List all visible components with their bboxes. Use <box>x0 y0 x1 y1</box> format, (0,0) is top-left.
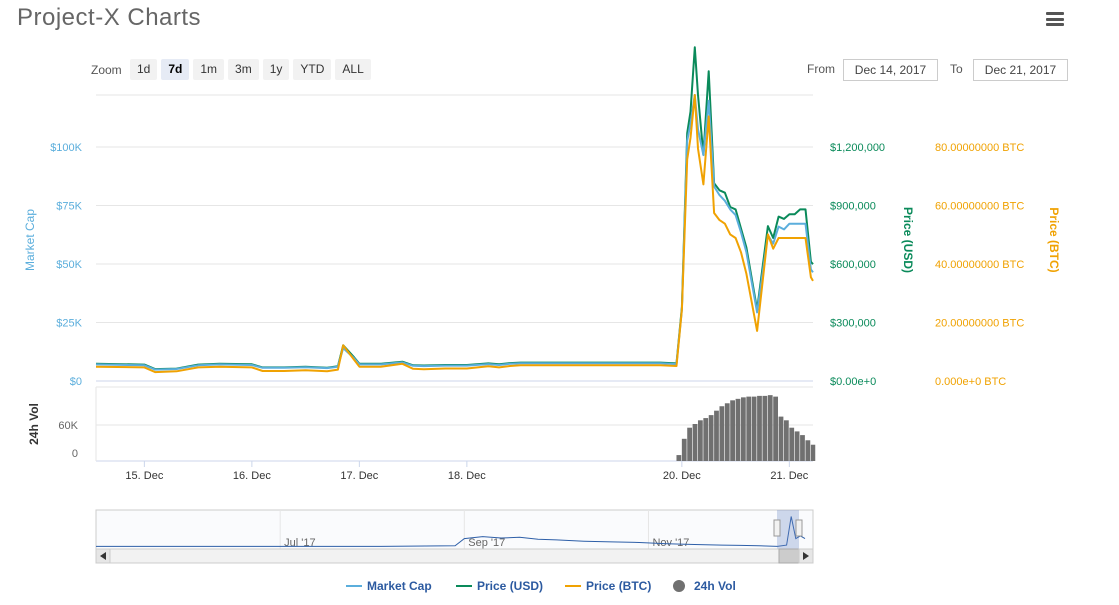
volume-bar <box>751 396 757 461</box>
series-line-0 <box>95 94 814 371</box>
legend-item-label: Market Cap <box>367 579 432 593</box>
volume-bar <box>805 440 811 461</box>
volume-bar <box>676 455 682 461</box>
price-btc-tick-label: 80.00000000 BTC <box>935 142 1024 154</box>
navigator-tick-label: Jul '17 <box>284 537 315 549</box>
volume-bar <box>740 397 746 461</box>
volume-bar <box>708 415 714 461</box>
x-tick-label: 20. Dec <box>663 470 701 482</box>
market-cap-tick-label: $100K <box>50 142 82 154</box>
market-cap-axis-title: Market Cap <box>23 209 37 271</box>
navigator-tick-label: Sep '17 <box>468 537 505 549</box>
volume-bar <box>767 395 773 461</box>
navigator-frame <box>95 509 814 550</box>
volume-bar <box>746 396 752 461</box>
volume-bar <box>719 406 725 461</box>
price-usd-tick-label: $900,000 <box>830 201 876 213</box>
price-btc-tick-label: 0.000e+0 BTC <box>935 376 1006 388</box>
market-cap-tick-label: $0 <box>70 376 82 388</box>
scrollbar-thumb <box>778 548 800 564</box>
legend-item-label: Price (BTC) <box>586 579 651 593</box>
volume-bar <box>773 396 779 461</box>
market-cap-tick-label: $75K <box>56 201 82 213</box>
axis-labels: $0 $25K $50K $75K $100K $0.00e+0 $300,000 $600,… <box>23 142 1061 460</box>
legend: Market Cap Price (USD) Price (BTC) 24h Vol <box>346 579 736 593</box>
x-axis: 15. Dec 16. Dec 17. Dec 18. Dec 20. Dec 21. D… <box>125 461 809 482</box>
volume-axis-title: 24h Vol <box>27 403 41 445</box>
volume-bar <box>687 427 693 461</box>
volume-bar <box>730 400 736 461</box>
volume-bar <box>800 435 805 461</box>
price-usd-axis-title: Price (USD) <box>901 207 915 273</box>
volume-bar <box>762 395 768 461</box>
x-tick-label: 17. Dec <box>340 470 378 482</box>
volume-bar <box>735 398 741 461</box>
price-usd-tick-label: $1,200,000 <box>830 142 885 154</box>
x-tick-label: 16. Dec <box>233 470 271 482</box>
volume-bar <box>810 444 816 461</box>
volume-bar <box>681 438 687 461</box>
volume-bar <box>778 416 784 461</box>
volume-bars <box>676 395 816 461</box>
price-btc-tick-label: 40.00000000 BTC <box>935 259 1024 271</box>
scrollbar-track <box>95 548 814 564</box>
volume-bar <box>794 431 800 461</box>
price-usd-tick-label: $300,000 <box>830 318 876 330</box>
legend-dot-swatch <box>673 580 685 592</box>
volume-bar <box>697 420 703 461</box>
x-tick-label: 18. Dec <box>448 470 486 482</box>
navigator-handle-left <box>773 519 781 537</box>
volume-tick-label: 60K <box>58 420 78 432</box>
volume-bar <box>783 420 789 461</box>
navigator[interactable]: Jul '17 Sep '17 Nov '17 <box>95 509 814 564</box>
volume-bar <box>714 410 719 461</box>
price-btc-tick-label: 20.00000000 BTC <box>935 318 1024 330</box>
navigator-handle-right <box>795 519 803 537</box>
volume-bar <box>789 427 795 461</box>
market-cap-tick-label: $50K <box>56 259 82 271</box>
x-tick-label: 21. Dec <box>770 470 808 482</box>
market-cap-tick-label: $25K <box>56 318 82 330</box>
volume-bar <box>724 403 730 461</box>
volume-tick-label: 0 <box>72 448 78 460</box>
volume-bar <box>692 424 698 461</box>
volume-bar <box>703 418 709 461</box>
price-btc-tick-label: 60.00000000 BTC <box>935 201 1024 213</box>
legend-item-label: Price (USD) <box>477 579 543 593</box>
series-lines <box>95 46 814 374</box>
price-usd-tick-label: $600,000 <box>830 259 876 271</box>
price-usd-tick-label: $0.00e+0 <box>830 376 876 388</box>
price-chart: $0 $25K $50K $75K $100K $0.00e+0 $300,000 $600,… <box>23 46 1061 593</box>
x-tick-label: 15. Dec <box>125 470 163 482</box>
series-line-1 <box>95 46 814 371</box>
volume-bar <box>757 395 762 461</box>
legend-item-label: 24h Vol <box>694 579 736 593</box>
price-btc-axis-title: Price (BTC) <box>1047 207 1061 272</box>
